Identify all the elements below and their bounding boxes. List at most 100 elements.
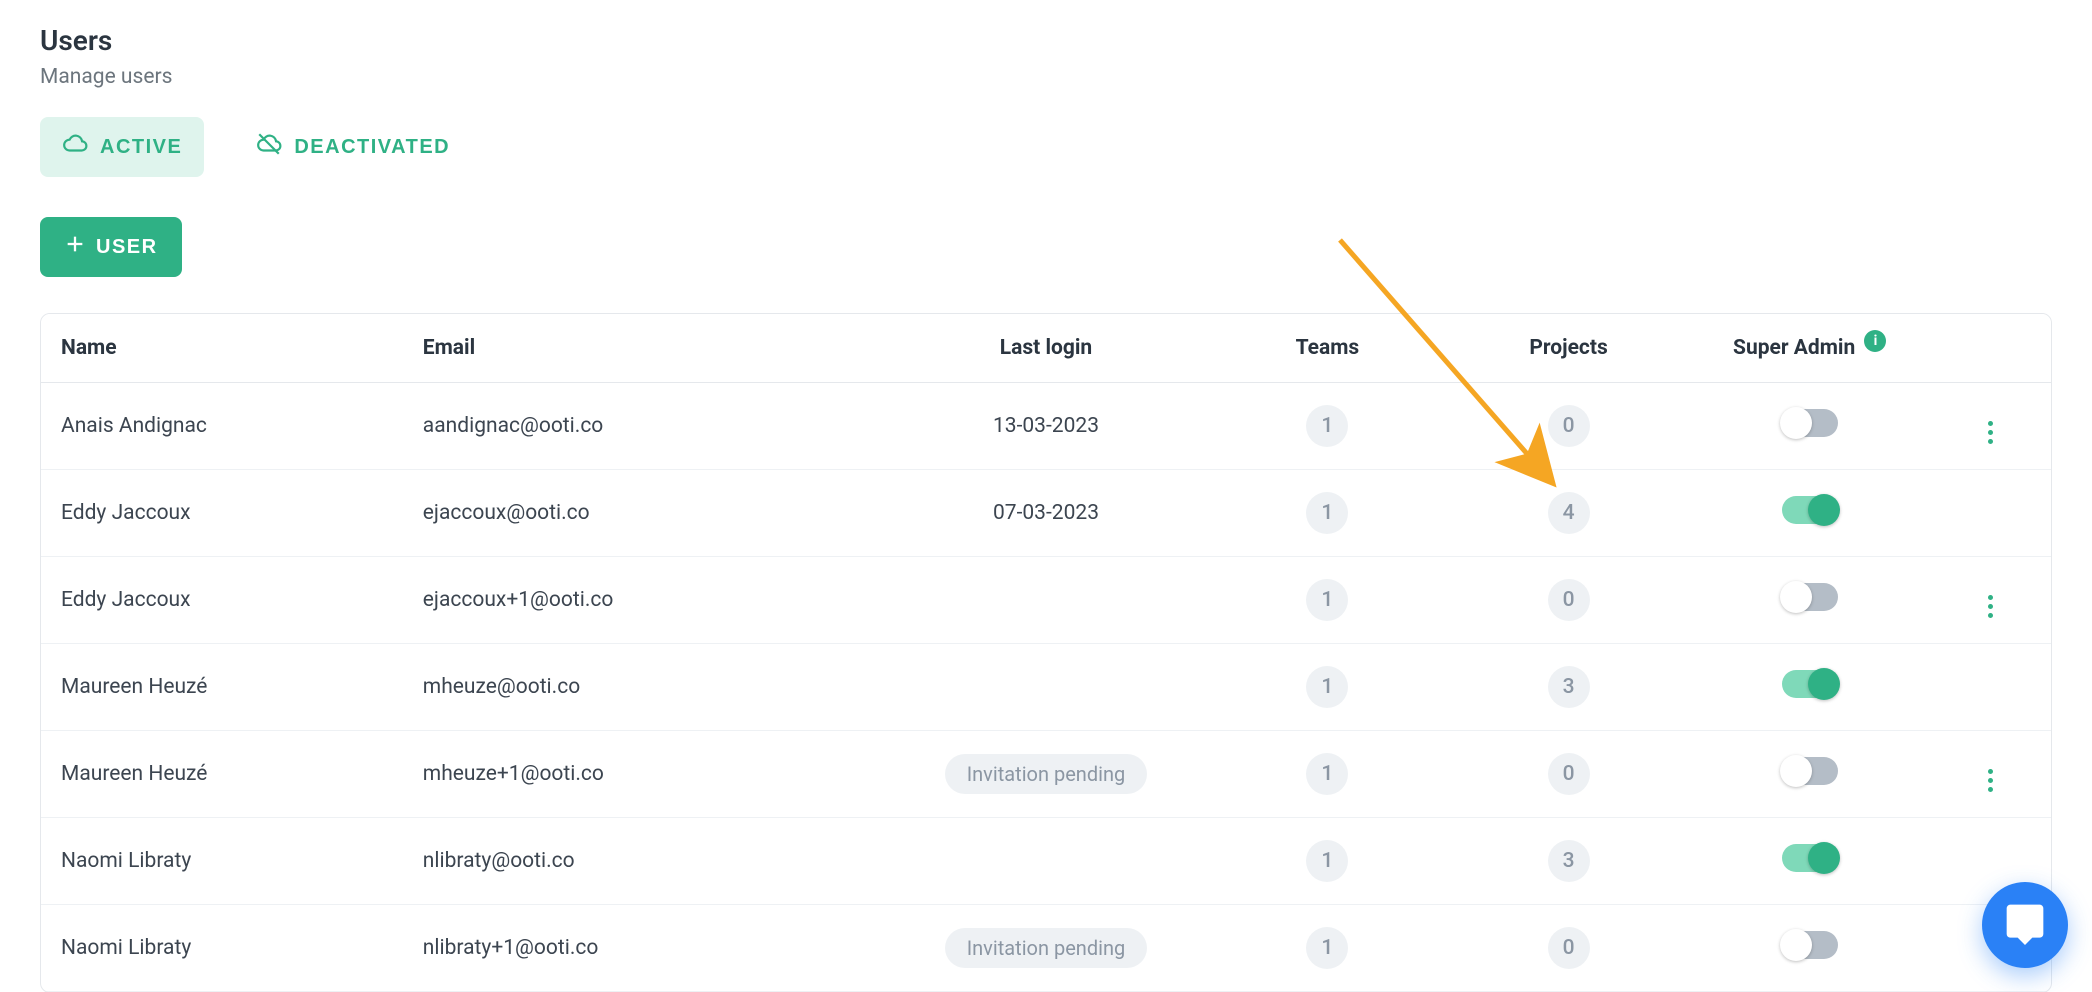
add-user-button[interactable]: USER	[40, 217, 182, 277]
cell-actions	[1930, 644, 2051, 731]
cloud-off-icon	[256, 131, 282, 163]
cell-projects: 0	[1448, 731, 1689, 818]
projects-count[interactable]: 3	[1548, 840, 1590, 882]
th-super-admin-label: Super Admin	[1733, 336, 1855, 360]
row-menu-icon[interactable]	[1979, 420, 2003, 444]
th-name[interactable]: Name	[41, 314, 403, 383]
projects-count[interactable]: 3	[1548, 666, 1590, 708]
cell-name: Anais Andignac	[41, 383, 403, 470]
super-admin-toggle[interactable]	[1782, 931, 1838, 959]
cell-email: mheuze@ooti.co	[403, 644, 885, 731]
th-last-login[interactable]: Last login	[885, 314, 1207, 383]
super-admin-toggle[interactable]	[1782, 670, 1838, 698]
teams-count[interactable]: 1	[1306, 753, 1348, 795]
table-row[interactable]: Maureen Heuzémheuze@ooti.co 1 3	[41, 644, 2051, 731]
cell-last-login	[885, 557, 1207, 644]
cell-super-admin	[1689, 818, 1930, 905]
users-page: Users Manage users ACTIVE DEACTIVATED US…	[0, 0, 2092, 992]
cell-email: nlibraty+1@ooti.co	[403, 905, 885, 992]
cell-teams: 1	[1207, 557, 1448, 644]
super-admin-toggle[interactable]	[1782, 409, 1838, 437]
status-badge: Invitation pending	[945, 928, 1148, 968]
table-row[interactable]: Anais Andignacaandignac@ooti.co13-03-202…	[41, 383, 2051, 470]
cell-teams: 1	[1207, 470, 1448, 557]
cell-projects: 0	[1448, 905, 1689, 992]
cell-super-admin	[1689, 644, 1930, 731]
cell-teams: 1	[1207, 383, 1448, 470]
cell-actions	[1930, 383, 2051, 470]
cell-last-login	[885, 818, 1207, 905]
th-actions	[1930, 314, 2051, 383]
status-badge: Invitation pending	[945, 754, 1148, 794]
cell-projects: 3	[1448, 818, 1689, 905]
th-email[interactable]: Email	[403, 314, 885, 383]
cell-name: Eddy Jaccoux	[41, 557, 403, 644]
teams-count[interactable]: 1	[1306, 927, 1348, 969]
super-admin-toggle[interactable]	[1782, 496, 1838, 524]
plus-icon	[64, 233, 86, 261]
teams-count[interactable]: 1	[1306, 579, 1348, 621]
page-title: Users	[40, 24, 2052, 57]
cell-email: aandignac@ooti.co	[403, 383, 885, 470]
table-row[interactable]: Eddy Jaccouxejaccoux@ooti.co07-03-2023 1 4	[41, 470, 2051, 557]
table-row[interactable]: Eddy Jaccouxejaccoux+1@ooti.co 1 0	[41, 557, 2051, 644]
cell-name: Maureen Heuzé	[41, 731, 403, 818]
projects-count[interactable]: 0	[1548, 405, 1590, 447]
cell-last-login: Invitation pending	[885, 731, 1207, 818]
cell-name: Naomi Libraty	[41, 905, 403, 992]
super-admin-toggle[interactable]	[1782, 844, 1838, 872]
status-tabs: ACTIVE DEACTIVATED	[40, 117, 2052, 177]
teams-count[interactable]: 1	[1306, 405, 1348, 447]
chat-icon	[2003, 901, 2047, 949]
projects-count[interactable]: 0	[1548, 927, 1590, 969]
cell-email: ejaccoux+1@ooti.co	[403, 557, 885, 644]
teams-count[interactable]: 1	[1306, 666, 1348, 708]
cell-actions	[1930, 470, 2051, 557]
cell-projects: 0	[1448, 557, 1689, 644]
th-projects[interactable]: Projects	[1448, 314, 1689, 383]
info-icon[interactable]: i	[1864, 330, 1886, 352]
table-row[interactable]: Naomi Libratynlibraty@ooti.co 1 3	[41, 818, 2051, 905]
cell-actions	[1930, 731, 2051, 818]
cloud-icon	[62, 131, 88, 163]
cell-last-login	[885, 644, 1207, 731]
table-row[interactable]: Maureen Heuzémheuze+1@ooti.co Invitation …	[41, 731, 2051, 818]
teams-count[interactable]: 1	[1306, 840, 1348, 882]
cell-email: mheuze+1@ooti.co	[403, 731, 885, 818]
cell-name: Maureen Heuzé	[41, 644, 403, 731]
th-super-admin[interactable]: Super Admin i	[1689, 314, 1930, 383]
projects-count[interactable]: 4	[1548, 492, 1590, 534]
cell-last-login: 07-03-2023	[885, 470, 1207, 557]
projects-count[interactable]: 0	[1548, 579, 1590, 621]
row-menu-icon[interactable]	[1979, 768, 2003, 792]
cell-super-admin	[1689, 731, 1930, 818]
cell-name: Naomi Libraty	[41, 818, 403, 905]
cell-teams: 1	[1207, 644, 1448, 731]
cell-last-login: Invitation pending	[885, 905, 1207, 992]
th-teams[interactable]: Teams	[1207, 314, 1448, 383]
row-menu-icon[interactable]	[1979, 594, 2003, 618]
teams-count[interactable]: 1	[1306, 492, 1348, 534]
chat-button[interactable]	[1982, 882, 2068, 968]
users-table: Name Email Last login Teams Projects Sup…	[41, 314, 2051, 992]
super-admin-toggle[interactable]	[1782, 757, 1838, 785]
table-row[interactable]: Naomi Libratynlibraty+1@ooti.co Invitatio…	[41, 905, 2051, 992]
cell-teams: 1	[1207, 905, 1448, 992]
super-admin-toggle[interactable]	[1782, 583, 1838, 611]
cell-teams: 1	[1207, 731, 1448, 818]
cell-super-admin	[1689, 557, 1930, 644]
cell-email: ejaccoux@ooti.co	[403, 470, 885, 557]
cell-super-admin	[1689, 905, 1930, 992]
tab-active[interactable]: ACTIVE	[40, 117, 204, 177]
cell-last-login: 13-03-2023	[885, 383, 1207, 470]
cell-teams: 1	[1207, 818, 1448, 905]
cell-super-admin	[1689, 383, 1930, 470]
projects-count[interactable]: 0	[1548, 753, 1590, 795]
tab-deactivated[interactable]: DEACTIVATED	[234, 117, 472, 177]
cell-actions	[1930, 557, 2051, 644]
cell-name: Eddy Jaccoux	[41, 470, 403, 557]
cell-email: nlibraty@ooti.co	[403, 818, 885, 905]
page-subtitle: Manage users	[40, 65, 2052, 89]
tab-active-label: ACTIVE	[100, 136, 182, 159]
cell-projects: 0	[1448, 383, 1689, 470]
